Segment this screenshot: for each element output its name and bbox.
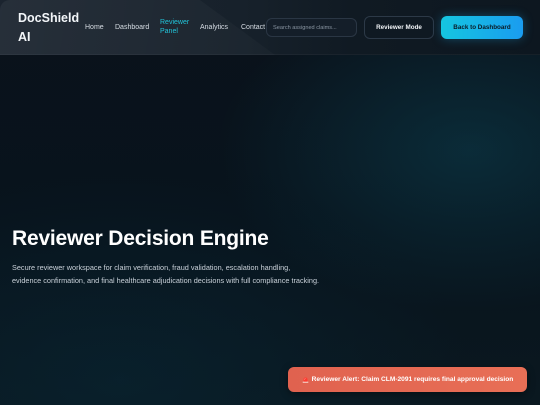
- reviewer-alert-text: Reviewer Alert: Claim CLM-2091 requires …: [311, 376, 514, 383]
- reviewer-alert-toast[interactable]: Reviewer Alert: Claim CLM-2091 requires …: [288, 367, 527, 392]
- back-to-dashboard-button[interactable]: Back to Dashboard: [441, 16, 523, 39]
- alert-siren-icon: [302, 376, 309, 383]
- search-input[interactable]: [266, 18, 357, 37]
- nav-link-dashboard[interactable]: Dashboard: [115, 23, 149, 32]
- nav-link-reviewer-panel[interactable]: Reviewer Panel: [160, 18, 189, 36]
- nav-link-home[interactable]: Home: [85, 23, 104, 32]
- logo-line-2: AI: [18, 30, 31, 44]
- page-title: Reviewer Decision Engine: [12, 227, 269, 250]
- top-navbar: DocShield AI Home Dashboard Reviewer Pan…: [0, 0, 540, 55]
- reviewer-mode-button[interactable]: Reviewer Mode: [364, 16, 434, 39]
- nav-link-analytics[interactable]: Analytics: [200, 23, 228, 32]
- nav-link-reviewer-panel-line-2: Panel: [160, 28, 178, 35]
- nav-link-reviewer-panel-line-1: Reviewer: [160, 19, 190, 26]
- nav-link-contact[interactable]: Contact: [241, 23, 265, 32]
- page-description: Secure reviewer workspace for claim veri…: [12, 263, 320, 285]
- logo-line-1: DocShield: [18, 11, 80, 25]
- brand-logo[interactable]: DocShield AI: [18, 9, 88, 47]
